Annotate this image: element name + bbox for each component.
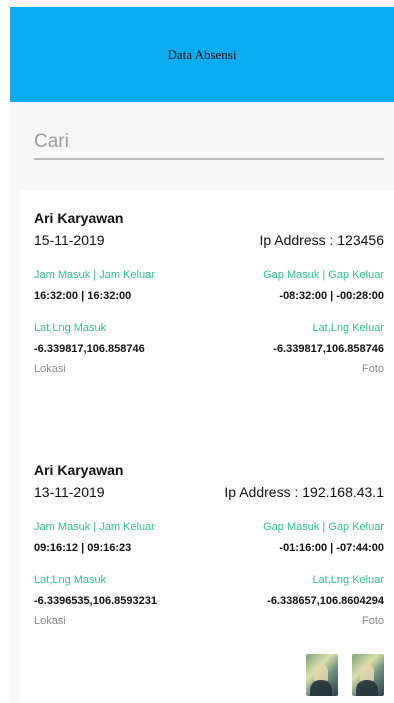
lokasi-link[interactable]: Lokasi — [34, 615, 66, 627]
latlng-masuk-value: -6.3396535,106.8593231 — [34, 595, 157, 607]
jam-label: Jam Masuk | Jam Keluar — [34, 521, 155, 533]
search-input[interactable] — [34, 130, 384, 160]
employee-name: Ari Karyawan — [34, 462, 124, 478]
page-title: Data Absensi — [167, 46, 237, 62]
attendance-list: Ari Karyawan 15-11-2019 Ip Address : 123… — [20, 190, 394, 703]
latlng-keluar-label: Lat,Lng Keluar — [312, 322, 384, 334]
gap-value: -01:16:00 | -07:44:00 — [279, 542, 384, 554]
gap-label: Gap Masuk | Gap Keluar — [263, 269, 384, 281]
latlng-masuk-label: Lat,Lng Masuk — [34, 322, 107, 334]
app-header: Data Absensi — [10, 7, 394, 102]
ip-address: Ip Address : 192.168.43.1 — [224, 484, 384, 500]
latlng-masuk-value: -6.339817,106.858746 — [34, 343, 145, 355]
photo-thumbnails — [306, 654, 384, 696]
attendance-date: 15-11-2019 — [34, 232, 105, 248]
attendance-card[interactable]: Ari Karyawan 15-11-2019 Ip Address : 123… — [34, 210, 384, 375]
latlng-keluar-value: -6.339817,106.858746 — [273, 343, 384, 355]
main-content: Ari Karyawan 15-11-2019 Ip Address : 123… — [10, 102, 394, 703]
attendance-date: 13-11-2019 — [34, 484, 105, 500]
photo-masuk-thumbnail[interactable] — [306, 654, 338, 696]
attendance-card[interactable]: Ari Karyawan 13-11-2019 Ip Address : 192… — [34, 462, 384, 696]
latlng-keluar-value: -6.338657,106.8604294 — [267, 595, 384, 607]
latlng-keluar-label: Lat,Lng Keluar — [312, 574, 384, 586]
latlng-masuk-label: Lat,Lng Masuk — [34, 574, 107, 586]
jam-label: Jam Masuk | Jam Keluar — [34, 269, 155, 281]
foto-link[interactable]: Foto — [362, 615, 384, 627]
jam-value: 16:32:00 | 16:32:00 — [34, 290, 132, 302]
jam-value: 09:16:12 | 09:16:23 — [34, 542, 132, 554]
foto-link[interactable]: Foto — [362, 363, 384, 375]
ip-address: Ip Address : 123456 — [259, 232, 384, 248]
gap-value: -08:32:00 | -00:28:00 — [279, 290, 384, 302]
photo-keluar-thumbnail[interactable] — [352, 654, 384, 696]
gap-label: Gap Masuk | Gap Keluar — [263, 521, 384, 533]
lokasi-link[interactable]: Lokasi — [34, 363, 66, 375]
employee-name: Ari Karyawan — [34, 210, 124, 226]
search-bar — [34, 130, 384, 160]
